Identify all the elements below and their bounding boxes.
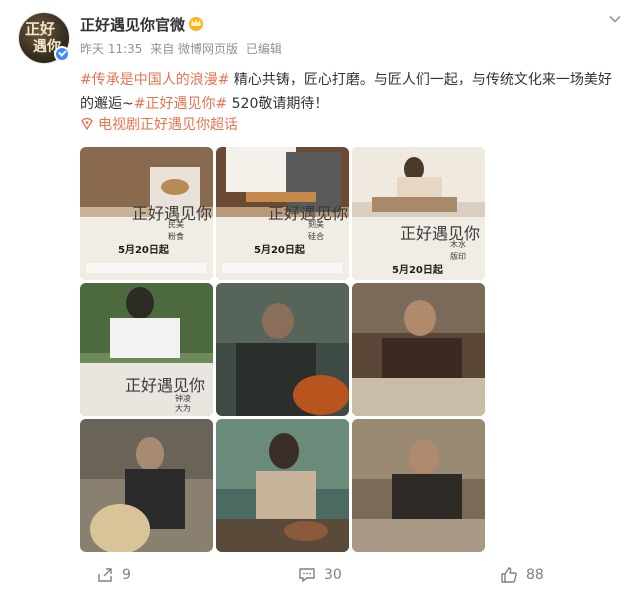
topic-link-heritage[interactable]: #传承是中国人的浪漫#: [80, 72, 229, 88]
poster-tag-1: 刻美: [308, 219, 324, 229]
supertopic-label: 电视剧正好遇见你超话: [98, 117, 238, 133]
crown-icon: [189, 17, 203, 31]
poster-date: 5月20日起: [392, 263, 444, 276]
poster-tag-1: 木水: [450, 239, 466, 249]
author-name[interactable]: 正好遇见你官微: [80, 14, 185, 35]
post-source: 来自 微博网页版: [150, 42, 239, 56]
poster-tag-1: 民美: [168, 219, 184, 229]
comment-count: 30: [324, 567, 342, 583]
edited-label: 已编辑: [245, 42, 282, 56]
image-thumb-9[interactable]: [352, 419, 485, 552]
image-grid: 正好遇见你 民美 粉食 5月20日起 正好遇见你 刻美 硅合 5月20日起 正好…: [80, 147, 486, 553]
action-bar: 9 30 88: [0, 560, 644, 590]
avatar-text-top: 正好: [25, 20, 56, 38]
like-button[interactable]: 88: [500, 560, 544, 590]
post-text: #传承是中国人的浪漫# 精心共铸，匠心打磨。与匠人们一起，与传统文化来一场美好的…: [80, 68, 620, 116]
poster-tag-1: 钟凌: [175, 393, 191, 403]
comment-button[interactable]: 30: [298, 560, 342, 590]
verified-badge-icon: [54, 46, 70, 62]
supertopic-icon: [81, 117, 93, 131]
poster-tag-2: 粉食: [168, 231, 184, 241]
image-thumb-8[interactable]: [216, 419, 349, 552]
poster-tag-2: 大为: [175, 403, 191, 413]
post-body-2: 520敬请期待！: [227, 96, 329, 112]
poster-title: 正好遇见你: [400, 224, 480, 243]
like-count: 88: [526, 567, 544, 583]
supertopic-link[interactable]: 电视剧正好遇见你超话: [80, 115, 238, 135]
image-thumb-2[interactable]: 正好遇见你 刻美 硅合 5月20日起: [216, 147, 349, 280]
image-thumb-1[interactable]: 正好遇见你 民美 粉食 5月20日起: [80, 147, 213, 280]
comment-icon: [299, 568, 315, 583]
image-thumb-5[interactable]: [216, 283, 349, 416]
share-count: 9: [122, 567, 131, 583]
topic-link-show[interactable]: #正好遇见你#: [134, 96, 227, 112]
image-thumb-7[interactable]: [80, 419, 213, 552]
image-thumb-3[interactable]: 正好遇见你 木水 版印 5月20日起: [352, 147, 485, 280]
share-button[interactable]: 9: [96, 560, 131, 590]
share-icon: [98, 568, 112, 582]
post-meta: 昨天 11:35 来自 微博网页版 已编辑: [80, 40, 286, 57]
poster-date: 5月20日起: [118, 243, 170, 256]
poster-title: 正好遇见你: [125, 376, 205, 395]
weibo-post-card: 正好 遇你 正好遇见你官微 昨天 11:35 来自 微博网页版 已编辑 #传承是…: [0, 0, 644, 595]
thumbs-up-icon: [501, 567, 517, 583]
poster-tag-2: 硅合: [308, 231, 324, 241]
image-thumb-6[interactable]: [352, 283, 485, 416]
chevron-down-icon[interactable]: [608, 12, 622, 26]
poster-date: 5月20日起: [254, 243, 306, 256]
image-thumb-4[interactable]: 正好遇见你 钟凌 大为: [80, 283, 213, 416]
post-time[interactable]: 昨天 11:35: [80, 42, 142, 56]
poster-tag-2: 版印: [450, 251, 466, 261]
